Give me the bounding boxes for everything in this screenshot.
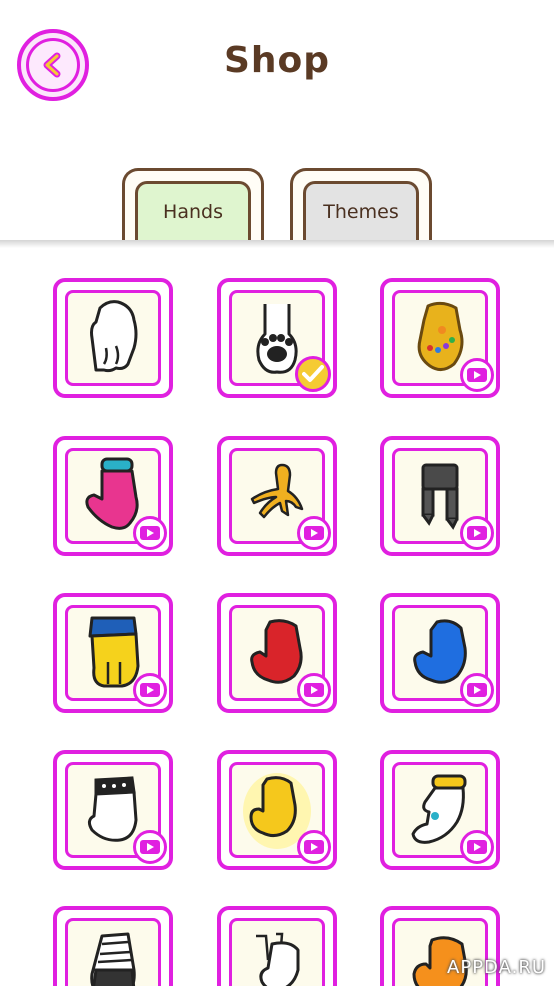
- card-frame: [229, 918, 325, 986]
- equipped-check-icon: [295, 356, 331, 392]
- card-frame: [65, 918, 161, 986]
- puppet-hand-icon: [256, 932, 300, 986]
- video-ad-icon: [133, 830, 167, 864]
- header: Shop Hands Themes: [0, 0, 554, 246]
- video-ad-icon: [133, 673, 167, 707]
- blue-glove-icon: [413, 619, 467, 684]
- tab-hands-label: Hands: [135, 181, 251, 246]
- shop-item-card[interactable]: [217, 906, 337, 986]
- shop-item-card[interactable]: [53, 750, 173, 870]
- tab-hands[interactable]: Hands: [122, 168, 264, 246]
- shop-item-card[interactable]: [217, 593, 337, 713]
- card-frame: [65, 290, 161, 386]
- video-ad-icon: [297, 830, 331, 864]
- shop-item-card[interactable]: [380, 436, 500, 556]
- shop-item-card[interactable]: [53, 593, 173, 713]
- shop-item-card[interactable]: [217, 278, 337, 398]
- video-ad-icon: [297, 673, 331, 707]
- robot-claw-icon: [421, 463, 459, 530]
- video-ad-icon: [133, 516, 167, 550]
- red-glove-icon: [250, 619, 303, 684]
- shop-item-card[interactable]: [380, 750, 500, 870]
- shop-item-card[interactable]: [53, 278, 173, 398]
- tab-themes[interactable]: Themes: [290, 168, 432, 246]
- tab-shelf-divider: [0, 240, 554, 248]
- video-ad-icon: [460, 830, 494, 864]
- shop-item-card[interactable]: [217, 750, 337, 870]
- items-grid[interactable]: APPDA.RU: [0, 248, 554, 986]
- video-ad-icon: [460, 358, 494, 392]
- shop-item-card[interactable]: [380, 278, 500, 398]
- white-glove-icon: [90, 300, 138, 373]
- shop-item-card[interactable]: [217, 436, 337, 556]
- spiked-glove-icon: [87, 776, 138, 842]
- video-ad-icon: [297, 516, 331, 550]
- shop-item-card[interactable]: [380, 593, 500, 713]
- shop-item-card[interactable]: [53, 906, 173, 986]
- bandaged-black-hand-icon: [90, 932, 136, 986]
- page-title: Shop: [223, 40, 331, 81]
- tab-themes-label: Themes: [303, 181, 419, 246]
- video-ad-icon: [460, 516, 494, 550]
- shop-item-card[interactable]: [53, 436, 173, 556]
- video-ad-icon: [460, 673, 494, 707]
- watermark: APPDA.RU: [447, 957, 546, 978]
